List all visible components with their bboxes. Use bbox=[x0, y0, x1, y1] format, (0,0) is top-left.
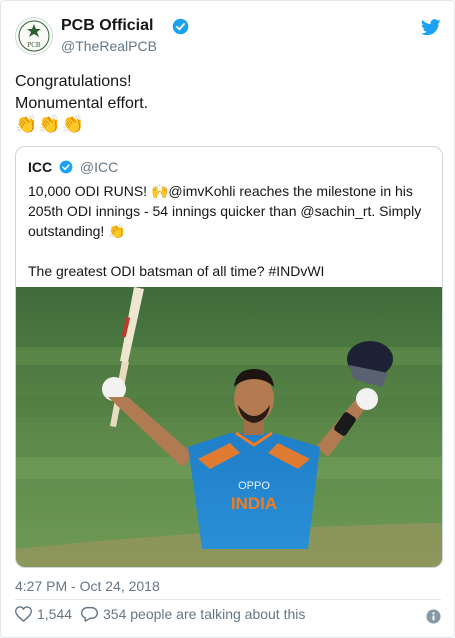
reply-button[interactable]: 354 people are talking about this bbox=[81, 606, 305, 622]
quoted-author-handle[interactable]: @ICC bbox=[80, 159, 118, 175]
quoted-text-line: 205th ODI innings - 54 innings quicker t… bbox=[28, 203, 422, 219]
divider bbox=[15, 599, 441, 600]
verified-badge-icon bbox=[59, 160, 73, 174]
quoted-text-line bbox=[28, 241, 433, 261]
talking-about-text: 354 people are talking about this bbox=[103, 606, 306, 622]
author-handle[interactable]: @TheRealPCB bbox=[61, 38, 157, 54]
tweet-text-line: Monumental effort. bbox=[15, 95, 149, 112]
cricketer-photo[interactable]: OPPO INDIA bbox=[16, 287, 442, 567]
tweet-header: PCB PCB Official @TheRealPCB bbox=[15, 15, 441, 59]
clapping-hands-icon: 👏 bbox=[15, 114, 38, 134]
tweet-text: Congratulations! Monumental effort. bbox=[15, 71, 435, 115]
heart-icon bbox=[15, 606, 32, 622]
quoted-text-line: The greatest ODI batsman of all time? #I… bbox=[28, 263, 325, 279]
clapping-hands-icon: 👏 bbox=[38, 114, 61, 134]
tweet-text-line: Congratulations! bbox=[15, 73, 132, 90]
like-button[interactable]: 1,544 bbox=[15, 606, 72, 622]
jersey-brand-text: OPPO bbox=[238, 480, 270, 492]
quoted-tweet[interactable]: ICC @ICC 10,000 ODI RUNS! 🙌@imvKohli rea… bbox=[15, 146, 443, 568]
author-name[interactable]: PCB Official bbox=[61, 17, 153, 35]
quoted-author-name[interactable]: ICC bbox=[28, 159, 52, 175]
avatar-logo-text: PCB bbox=[27, 41, 41, 49]
clapping-hands-icon: 👏 bbox=[61, 114, 85, 134]
quoted-text-line: outstanding! 👏 bbox=[28, 223, 126, 239]
quoted-tweet-text: 10,000 ODI RUNS! 🙌@imvKohli reaches the … bbox=[28, 181, 433, 281]
tweet-actions: 1,544 354 people are talking about this bbox=[15, 606, 441, 628]
reply-bubble-icon bbox=[81, 606, 98, 622]
twitter-bird-icon[interactable] bbox=[421, 19, 441, 36]
clap-emoji-row: 👏 👏 👏 bbox=[15, 113, 84, 135]
avatar[interactable]: PCB bbox=[15, 17, 53, 55]
like-count: 1,544 bbox=[37, 606, 73, 622]
tweet-timestamp[interactable]: 4:27 PM - Oct 24, 2018 bbox=[15, 578, 160, 594]
quoted-text-line: 10,000 ODI RUNS! 🙌@imvKohli reaches the … bbox=[28, 183, 413, 199]
jersey-team-text: INDIA bbox=[231, 494, 277, 513]
verified-badge-icon bbox=[172, 18, 189, 35]
quoted-tweet-header: ICC @ICC bbox=[28, 159, 118, 177]
info-icon[interactable] bbox=[426, 609, 441, 624]
tweet-embed-card: PCB PCB Official @TheRealPCB Congratulat… bbox=[0, 0, 455, 638]
